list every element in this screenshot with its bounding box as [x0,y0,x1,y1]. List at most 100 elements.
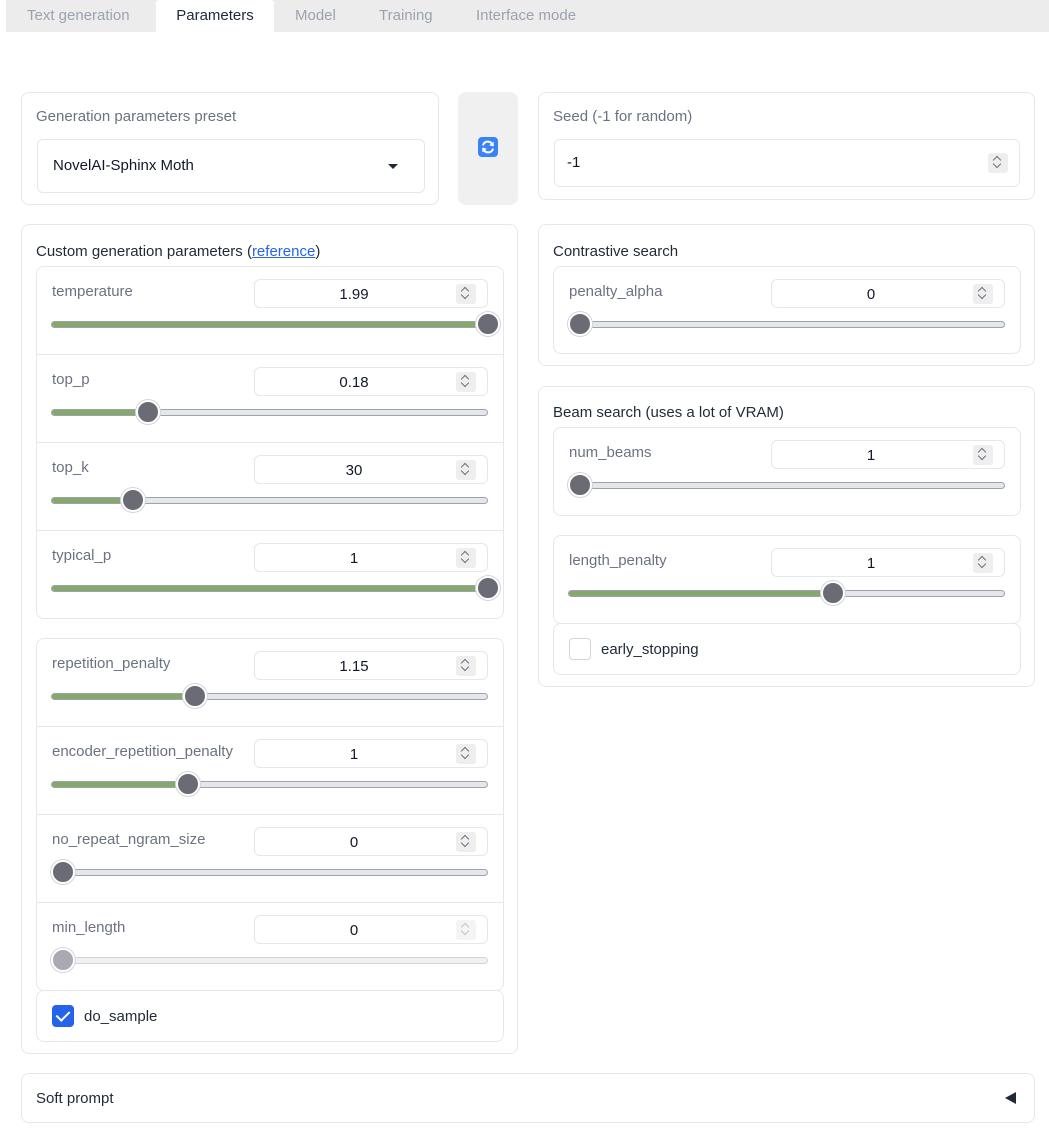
early-stopping-label[interactable]: early_stopping [601,641,699,658]
tab-parameters[interactable]: Parameters [156,0,274,32]
min-length-label: min_length [52,919,126,936]
top-p-input[interactable]: 0.18 [254,367,488,396]
spinner-icon[interactable] [456,372,476,392]
min-length-slider[interactable] [51,957,488,964]
temperature-slider-thumb[interactable] [476,312,500,336]
divider [37,814,503,815]
typical-p-slider[interactable] [51,585,488,592]
penalty-alpha-label: penalty_alpha [569,283,663,300]
tab-training[interactable]: Training [379,0,433,32]
num-beams-group: num_beams 1 [553,427,1021,516]
divider [37,442,503,443]
no-repeat-ngram-size-label: no_repeat_ngram_size [52,831,206,848]
num-beams-slider[interactable] [568,482,1005,489]
typical-p-input[interactable]: 1 [254,543,488,572]
do-sample-label[interactable]: do_sample [84,1008,157,1025]
encoder-repetition-penalty-input[interactable]: 1 [254,739,488,768]
spinner-icon[interactable] [456,284,476,304]
early-stopping-checkbox[interactable] [569,638,591,660]
spinner-icon[interactable] [973,445,993,465]
preset-panel: Generation parameters preset NovelAI-Sph… [21,92,439,205]
divider [37,902,503,903]
preset-dropdown[interactable]: NovelAI-Sphinx Moth [37,139,425,193]
penalty-alpha-slider-thumb[interactable] [568,312,592,336]
encoder-repetition-penalty-label: encoder_repetition_penalty [52,743,233,760]
typical-p-slider-thumb[interactable] [476,576,500,600]
top-p-label: top_p [52,371,90,388]
sampling-group: temperature 1.99 top_p 0.18 top_k 30 typ… [36,266,504,619]
tab-text-generation[interactable]: Text generation [27,0,130,32]
divider [37,726,503,727]
seed-label: Seed (-1 for random) [553,108,693,125]
spinner-icon[interactable] [456,832,476,852]
temperature-input[interactable]: 1.99 [254,279,488,308]
repetition-penalty-slider[interactable] [51,693,488,700]
no-repeat-ngram-size-slider-thumb[interactable] [51,860,75,884]
spinner-icon[interactable] [456,548,476,568]
encoder-repetition-penalty-slider[interactable] [51,781,488,788]
reference-link[interactable]: reference [252,243,315,260]
divider [37,530,503,531]
no-repeat-ngram-size-input[interactable]: 0 [254,827,488,856]
contrastive-search-panel: Contrastive search penalty_alpha 0 [538,224,1035,366]
tab-model[interactable]: Model [295,0,336,32]
do-sample-checkbox[interactable] [52,1005,74,1027]
custom-parameters-panel: Custom generation parameters (reference)… [21,224,518,1054]
penalties-group: repetition_penalty 1.15 encoder_repetiti… [36,638,504,991]
top-p-slider[interactable] [51,409,488,416]
top-k-slider[interactable] [51,497,488,504]
beam-search-title: Beam search (uses a lot of VRAM) [553,404,784,421]
preset-value: NovelAI-Sphinx Moth [53,157,194,174]
spinner-icon[interactable] [456,656,476,676]
length-penalty-slider-thumb[interactable] [820,581,845,605]
penalty-alpha-input[interactable]: 0 [771,279,1005,308]
temperature-label: temperature [52,283,133,300]
penalty-alpha-group: penalty_alpha 0 [553,266,1021,354]
repetition-penalty-label: repetition_penalty [52,655,171,672]
penalty-alpha-slider[interactable] [568,321,1005,328]
tab-bar: Text generation Parameters Model Trainin… [6,0,1049,32]
length-penalty-group: length_penalty 1 [553,535,1021,624]
chevron-down-icon [388,164,398,169]
encoder-repetition-penalty-slider-thumb[interactable] [176,772,201,796]
top-k-input[interactable]: 30 [254,455,488,484]
num-beams-input[interactable]: 1 [771,440,1005,469]
tab-interface-mode[interactable]: Interface mode [476,0,576,32]
divider [37,354,503,355]
length-penalty-slider[interactable] [568,590,1005,597]
min-length-slider-thumb[interactable] [51,948,75,972]
top-k-slider-thumb[interactable] [121,488,146,512]
typical-p-label: typical_p [52,547,112,564]
temperature-slider[interactable] [51,321,488,328]
preset-label: Generation parameters preset [36,108,237,125]
collapse-arrow-icon[interactable] [1005,1092,1016,1104]
repetition-penalty-input[interactable]: 1.15 [254,651,488,680]
min-length-input[interactable]: 0 [254,915,488,944]
soft-prompt-accordion[interactable]: Soft prompt [21,1073,1035,1123]
top-k-label: top_k [52,459,89,476]
seed-input[interactable]: -1 [554,139,1020,187]
refresh-button[interactable] [458,92,518,205]
contrastive-search-title: Contrastive search [553,243,679,260]
spinner-icon[interactable] [973,553,993,573]
refresh-icon [478,137,498,157]
beam-search-panel: Beam search (uses a lot of VRAM) num_bea… [538,386,1035,687]
length-penalty-input[interactable]: 1 [771,548,1005,577]
spinner-icon[interactable] [456,460,476,480]
do-sample-group: do_sample [36,990,504,1042]
repetition-penalty-slider-thumb[interactable] [182,684,207,708]
spinner-icon[interactable] [988,153,1008,173]
num-beams-slider-thumb[interactable] [568,473,592,497]
custom-parameters-title: Custom generation parameters (reference) [36,243,321,260]
spinner-icon[interactable] [456,920,476,940]
spinner-icon[interactable] [973,284,993,304]
num-beams-label: num_beams [569,444,652,461]
seed-value: -1 [567,154,581,171]
spinner-icon[interactable] [456,744,476,764]
soft-prompt-label: Soft prompt [36,1090,114,1107]
length-penalty-label: length_penalty [569,552,667,569]
top-p-slider-thumb[interactable] [136,400,160,424]
no-repeat-ngram-size-slider[interactable] [51,869,488,876]
early-stopping-group: early_stopping [553,623,1021,675]
seed-panel: Seed (-1 for random) -1 [538,92,1035,200]
